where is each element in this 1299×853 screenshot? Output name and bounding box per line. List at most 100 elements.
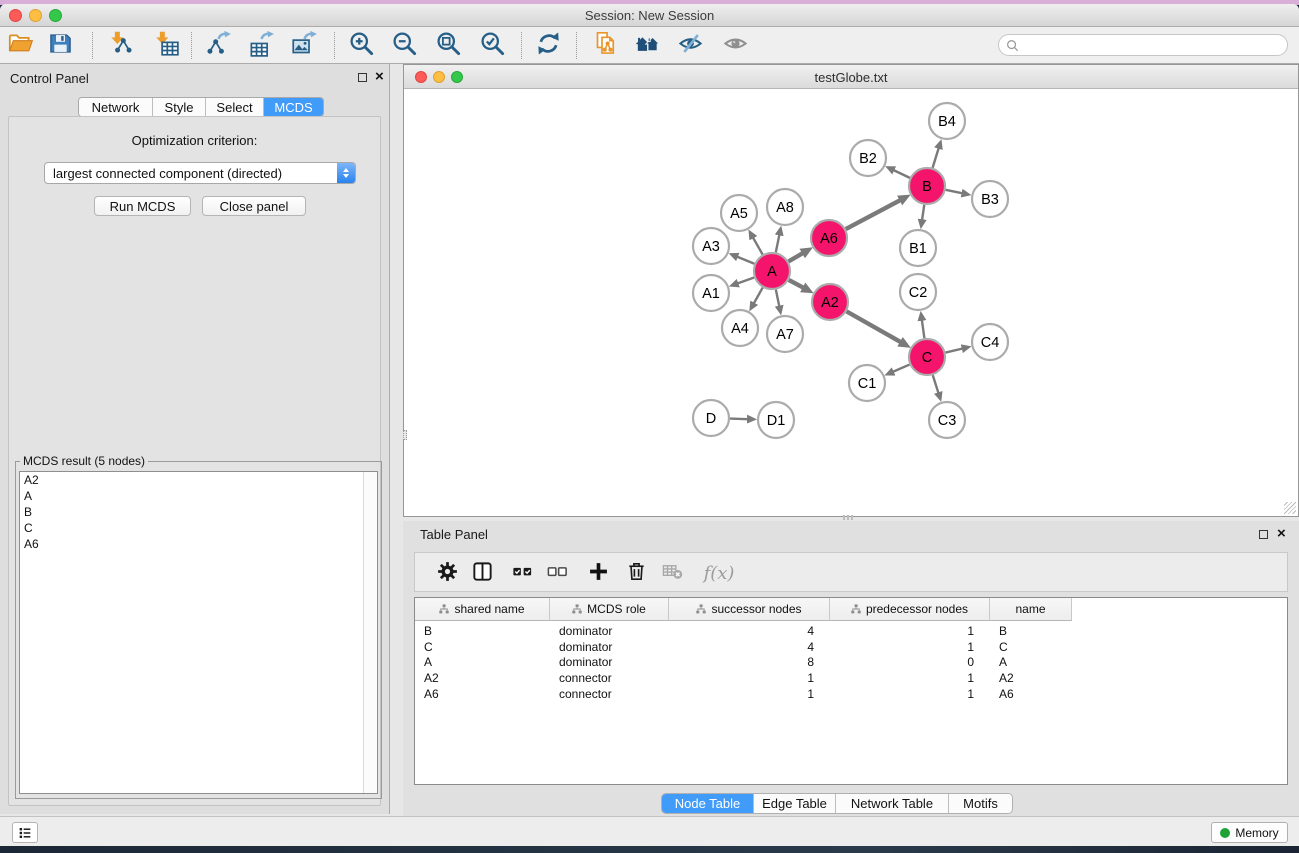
tab-mcds[interactable]: MCDS	[263, 98, 323, 116]
edge-A-A8[interactable]	[776, 234, 780, 252]
column-header-predecessor-nodes[interactable]: predecessor nodes	[830, 598, 990, 621]
export-table-button[interactable]	[244, 29, 278, 61]
duplicate-network-button[interactable]	[589, 29, 623, 61]
node-C1[interactable]: C1	[849, 365, 885, 401]
tab-motifs[interactable]: Motifs	[948, 794, 1012, 813]
open-file-button[interactable]	[3, 29, 37, 61]
delete-columns-button[interactable]	[621, 558, 651, 588]
network-window-titlebar[interactable]: testGlobe.txt	[404, 65, 1298, 89]
show-hide-graphics-button[interactable]	[718, 29, 752, 61]
edge-A6-B[interactable]	[846, 200, 901, 229]
node-C3[interactable]: C3	[929, 402, 965, 438]
node-D1[interactable]: D1	[758, 402, 794, 438]
node-A[interactable]: A	[754, 253, 790, 289]
optimization-criterion-dropdown[interactable]: largest connected component (directed)	[44, 162, 356, 184]
edge-B-B2[interactable]	[893, 170, 910, 178]
float-panel-icon[interactable]	[358, 73, 367, 82]
edge-D-D1[interactable]	[730, 419, 748, 420]
result-item[interactable]: B	[20, 504, 377, 520]
export-image-button[interactable]	[287, 29, 321, 61]
node-B[interactable]: B	[909, 168, 945, 204]
edge-A2-C[interactable]	[847, 311, 901, 342]
node-D[interactable]: D	[693, 400, 729, 436]
zoom-selected-button[interactable]	[475, 29, 509, 61]
result-list-scrollbar[interactable]	[363, 472, 377, 793]
edge-C-C1[interactable]	[893, 365, 910, 372]
edge-A-A3[interactable]	[737, 257, 755, 264]
column-header-name[interactable]: name	[990, 598, 1072, 621]
node-B4[interactable]: B4	[929, 103, 965, 139]
node-A2[interactable]: A2	[812, 284, 848, 320]
edge-A-A7[interactable]	[776, 290, 780, 307]
table-settings-button[interactable]	[432, 558, 462, 588]
node-A7[interactable]: A7	[767, 316, 803, 352]
column-header-successor-nodes[interactable]: successor nodes	[669, 598, 830, 621]
edge-C-C2[interactable]	[922, 320, 925, 338]
run-mcds-button[interactable]: Run MCDS	[94, 196, 191, 216]
node-C2[interactable]: C2	[900, 274, 936, 310]
node-B1[interactable]: B1	[900, 230, 936, 266]
refresh-view-button[interactable]	[531, 29, 565, 61]
node-C4[interactable]: C4	[972, 324, 1008, 360]
zoom-in-button[interactable]	[344, 29, 378, 61]
search-box[interactable]	[998, 34, 1288, 56]
tab-edge-table[interactable]: Edge Table	[753, 794, 835, 813]
tab-network-table[interactable]: Network Table	[835, 794, 948, 813]
search-input[interactable]	[1023, 38, 1287, 52]
import-table-button[interactable]	[148, 29, 182, 61]
split-divider-grip[interactable]	[843, 515, 855, 520]
home-view-button[interactable]	[630, 29, 664, 61]
unselect-all-columns-button[interactable]	[542, 558, 572, 588]
show-columns-button[interactable]	[467, 558, 497, 588]
tab-network[interactable]: Network	[79, 98, 152, 116]
select-all-columns-button[interactable]	[507, 558, 537, 588]
tab-style[interactable]: Style	[152, 98, 205, 116]
node-B3[interactable]: B3	[972, 181, 1008, 217]
tab-select[interactable]: Select	[205, 98, 263, 116]
network-graph[interactable]: A A1 A2 A3 A4 A5 A6 A7 A8 B B1 B2 B3 B4 C C1 C2 C3 C4 D D1	[404, 89, 1298, 517]
window-edge-grip[interactable]	[403, 430, 407, 440]
column-header-shared-name[interactable]: shared name	[415, 598, 550, 621]
tab-node-table[interactable]: Node Table	[662, 794, 753, 813]
node-A8[interactable]: A8	[767, 189, 803, 225]
node-A6[interactable]: A6	[811, 220, 847, 256]
node-B2[interactable]: B2	[850, 140, 886, 176]
node-A1[interactable]: A1	[693, 275, 729, 311]
node-A4[interactable]: A4	[722, 310, 758, 346]
result-item[interactable]: C	[20, 520, 377, 536]
column-header-MCDS-role[interactable]: MCDS role	[550, 598, 669, 621]
edge-A-A2[interactable]	[789, 280, 804, 288]
task-history-button[interactable]	[12, 822, 38, 843]
import-network-button[interactable]	[103, 29, 137, 61]
edge-A-A4[interactable]	[754, 288, 763, 304]
save-session-button[interactable]	[43, 29, 77, 61]
window-resize-grip[interactable]	[1284, 502, 1296, 514]
edge-C-C3[interactable]	[933, 375, 939, 393]
edge-B-B3[interactable]	[946, 190, 963, 194]
result-item[interactable]: A6	[20, 536, 377, 552]
toggle-graphics-details-button[interactable]	[673, 29, 707, 61]
close-panel-button[interactable]: Close panel	[202, 196, 306, 216]
edge-C-C4[interactable]	[945, 348, 962, 352]
mcds-result-list[interactable]: A2ABCA6	[19, 471, 378, 794]
edge-A-A1[interactable]	[737, 277, 754, 283]
edge-A-A5[interactable]	[753, 237, 763, 254]
node-C[interactable]: C	[909, 339, 945, 375]
table-close-panel-icon[interactable]: ×	[1277, 529, 1286, 539]
zoom-out-button[interactable]	[387, 29, 421, 61]
edge-A-A6[interactable]	[788, 253, 803, 261]
node-A5[interactable]: A5	[721, 195, 757, 231]
result-item[interactable]: A2	[20, 472, 377, 488]
zoom-fit-content-button[interactable]	[431, 29, 465, 61]
network-canvas[interactable]: A A1 A2 A3 A4 A5 A6 A7 A8 B B1 B2 B3 B4 C C1 C2 C3 C4 D D1	[404, 89, 1298, 516]
export-network-button[interactable]	[201, 29, 235, 61]
table-float-panel-icon[interactable]	[1259, 530, 1268, 539]
memory-button[interactable]: Memory	[1211, 822, 1288, 843]
edge-B-B4[interactable]	[933, 148, 939, 168]
close-panel-icon[interactable]: ×	[375, 72, 384, 82]
node-A3[interactable]: A3	[693, 228, 729, 264]
add-column-button[interactable]	[583, 558, 613, 588]
cell-shared-name: A	[415, 654, 550, 670]
result-item[interactable]: A	[20, 488, 377, 504]
edge-B-B1[interactable]	[922, 205, 924, 220]
